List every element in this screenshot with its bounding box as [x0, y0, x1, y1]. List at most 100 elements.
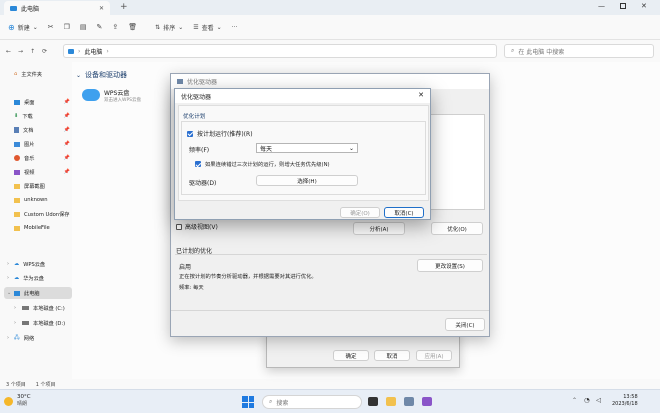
chevron-right-icon[interactable]: › [7, 275, 9, 281]
choose-drives-button[interactable]: 选择(H) [256, 175, 358, 186]
wifi-icon[interactable]: ◔ [584, 396, 590, 404]
defrag-app-icon[interactable] [404, 397, 414, 406]
group-header[interactable]: ⌄ 设备和驱动器 [76, 70, 127, 80]
pin-icon: 📌 [63, 127, 70, 133]
task-view-icon[interactable] [368, 397, 378, 406]
sidebar-item-custom-udon[interactable]: Custom Udon保存 [4, 208, 72, 220]
search-input[interactable]: ⌕ 在 此电脑 中搜索 [504, 44, 654, 58]
sidebar-item-unknown[interactable]: unknown [4, 194, 72, 206]
pin-icon: 📌 [63, 113, 70, 119]
paste-icon[interactable]: ▤ [80, 23, 87, 31]
file-explorer-icon[interactable] [386, 397, 396, 406]
new-button[interactable]: ⊕ 新建 ⌄ [8, 23, 38, 32]
maximize-icon[interactable] [620, 3, 626, 9]
breadcrumb[interactable]: 此电脑 [84, 47, 102, 56]
sidebar-item-label: MobileFile [24, 225, 50, 231]
close-window-icon[interactable]: ✕ [641, 2, 647, 10]
taskbar-search[interactable]: ⌕ 搜索 [262, 395, 362, 409]
chevron-down-icon[interactable]: ⌄ [7, 290, 11, 296]
sidebar-item-videos[interactable]: 视频 📌 [4, 166, 72, 178]
sidebar-item-label: 本地磁盘 (C:) [33, 305, 65, 312]
sidebar-item-wps[interactable]: › ☁ WPS云盘 [4, 258, 72, 270]
sidebar-item-drive-d[interactable]: › 本地磁盘 (D:) [4, 317, 72, 329]
frequency-select[interactable]: 每天 ⌄ [256, 143, 358, 153]
sort-button[interactable]: ⇅ 排序 ⌄ [155, 23, 183, 32]
speaker-icon[interactable]: ◁ [596, 396, 601, 404]
copy-icon[interactable]: ❐ [64, 23, 70, 31]
view-icon: ☰ [193, 23, 199, 31]
weather-widget[interactable]: 30°C 晴朗 [4, 394, 31, 408]
sidebar-item-documents[interactable]: 文档 📌 [4, 124, 72, 136]
clock[interactable]: 13:58 2023/6/18 [612, 394, 638, 408]
folder-icon [14, 183, 20, 189]
delete-icon[interactable]: 🗑 [128, 23, 137, 31]
sidebar-item-label: 屏幕截图 [24, 183, 45, 190]
chevron-right-icon[interactable]: › [7, 335, 9, 341]
chevron-down-icon: ⌄ [32, 23, 38, 31]
sidebar-item-home[interactable]: ⌂ 主文件夹 [4, 68, 72, 80]
chevron-up-icon[interactable]: ⌃ [572, 397, 577, 404]
sidebar-item-music[interactable]: 音乐 📌 [4, 152, 72, 164]
ok-button[interactable]: 确定(O) [340, 207, 380, 218]
close-icon[interactable]: ✕ [418, 91, 424, 99]
sidebar-item-network[interactable]: › 🖧 网络 [4, 332, 72, 344]
wps-cloud-item[interactable]: WPS云盘 双击进入WPS云盘 [82, 84, 172, 106]
section-title: 优化计划 [183, 114, 206, 120]
chevron-right-icon[interactable]: › [14, 320, 16, 326]
group-header-label: 设备和驱动器 [85, 71, 128, 79]
sidebar-item-desktop[interactable]: 桌面 📌 [4, 96, 72, 108]
optimize-icon [177, 79, 183, 84]
sidebar-item-screenshots[interactable]: 屏幕截图 [4, 180, 72, 192]
back-arrow-icon[interactable]: ← [6, 48, 11, 55]
advanced-view-checkbox[interactable]: 高级视图(V) [176, 222, 218, 231]
folder-icon [14, 225, 20, 231]
close-button[interactable]: 关闭(C) [445, 318, 485, 331]
window-title-bar: 优化驱动器 [171, 74, 489, 89]
start-icon[interactable] [242, 396, 254, 408]
refresh-icon[interactable]: ⟳ [42, 48, 47, 55]
sidebar-item-label: 桌面 [24, 99, 35, 106]
command-bar: ⊕ 新建 ⌄ ✂ ❐ ▤ ✎ ⇪ 🗑 ⇅ 排序 ⌄ ☰ 查看 ⌄ ··· [0, 15, 660, 40]
forward-arrow-icon[interactable]: → [18, 48, 23, 55]
cancel-button[interactable]: 取消 [374, 350, 410, 361]
clock-date: 2023/6/18 [612, 401, 638, 407]
sidebar-item-label: 图片 [24, 141, 35, 148]
sidebar-item-this-pc[interactable]: ⌄ 此电脑 [4, 287, 72, 299]
music-icon [14, 155, 20, 161]
share-icon[interactable]: ⇪ [112, 23, 118, 31]
sidebar-item-drive-c[interactable]: › 本地磁盘 (C:) [4, 302, 72, 314]
new-tab-icon[interactable]: + [120, 2, 128, 12]
computer-icon [68, 48, 74, 54]
network-icon: 🖧 [14, 334, 20, 341]
sidebar-item-downloads[interactable]: ⬇ 下载 📌 [4, 110, 72, 122]
rename-icon[interactable]: ✎ [97, 23, 103, 31]
cancel-button[interactable]: 取消(C) [384, 207, 424, 218]
tab-this-pc[interactable]: 此电脑 ✕ [4, 1, 110, 15]
sidebar-item-pictures[interactable]: 图片 📌 [4, 138, 72, 150]
change-settings-button[interactable]: 更改设置(S) [417, 259, 483, 272]
pin-icon: 📌 [63, 169, 70, 175]
analyze-button[interactable]: 分析(A) [353, 222, 405, 235]
app-icon[interactable] [422, 397, 432, 406]
apply-button[interactable]: 应用(A) [416, 350, 452, 361]
increase-priority-checkbox[interactable]: 如果连续错过三次计划的运行，则增大任务优先级(N) [195, 160, 330, 168]
sidebar-item-label: 文档 [23, 127, 34, 134]
sidebar-item-huawei[interactable]: › ☁ 华为云盘 [4, 272, 72, 284]
up-arrow-icon[interactable]: ↑ [30, 48, 35, 55]
increase-priority-label: 如果连续错过三次计划的运行，则增大任务优先级(N) [205, 162, 330, 168]
chevron-right-icon[interactable]: › [7, 261, 9, 267]
address-bar[interactable]: › 此电脑 › [63, 44, 497, 58]
schedule-dialog: 优化驱动器 ✕ 优化计划 按计划运行(推荐)(R) 频率(F) 每天 ⌄ 如果连… [174, 88, 431, 220]
optimize-button[interactable]: 优化(O) [431, 222, 483, 235]
minimize-icon[interactable]: — [598, 2, 605, 10]
more-icon[interactable]: ··· [232, 24, 238, 31]
run-on-schedule-checkbox[interactable]: 按计划运行(推荐)(R) [187, 129, 253, 138]
close-tab-icon[interactable]: ✕ [99, 5, 104, 12]
chevron-right-icon[interactable]: › [14, 305, 16, 311]
sidebar-item-label: 此电脑 [24, 290, 40, 297]
cut-icon[interactable]: ✂ [48, 23, 54, 31]
view-button[interactable]: ☰ 查看 ⌄ [193, 23, 221, 32]
sidebar-item-mobilefile[interactable]: MobileFile [4, 222, 72, 234]
clock-time: 13:58 [623, 394, 638, 400]
ok-button[interactable]: 确定 [333, 350, 369, 361]
